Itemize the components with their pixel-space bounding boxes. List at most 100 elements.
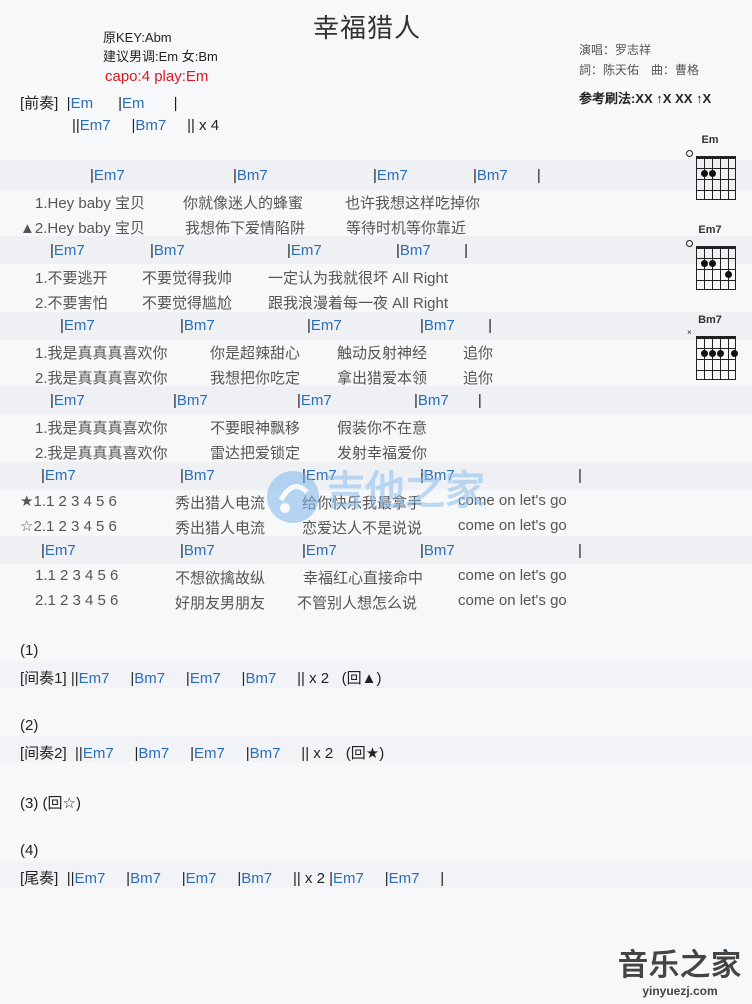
lyric: come on let's go: [458, 567, 567, 584]
chord: Em7: [74, 870, 106, 887]
chord: Em7: [93, 167, 125, 184]
original-key: 原KEY:Abm: [103, 30, 172, 45]
capo-info: capo:4 play:Em: [105, 68, 209, 85]
chord: |Em7: [373, 167, 408, 184]
chord-diagram-name: Em: [701, 134, 719, 146]
chord: |Bm7: [173, 392, 208, 409]
watermark-graphic: 吉他之家: [267, 468, 485, 523]
finger-dot: [701, 170, 708, 177]
finger-dot: [701, 350, 708, 357]
outro-line: [尾奏] ||Em7 |Bm7 |Em7 |Bm7 || x 2 |Em7 |E…: [20, 870, 445, 887]
lyric: 2.不要害怕: [35, 295, 108, 312]
lyric: 1.1 2 3 4 5 6: [35, 567, 119, 584]
section-number: (1): [20, 642, 39, 659]
chord-diagram-name: Em7: [698, 224, 722, 236]
section-number: (2): [20, 717, 39, 734]
chord: |Em7: [50, 242, 85, 259]
interlude-1-line: [间奏1] ||Em7 |Bm7 |Em7 |Bm7 || x 2 (回▲): [20, 670, 382, 687]
chord: |Bm7: [420, 542, 455, 559]
open-string-icon: [686, 150, 693, 157]
chord: Em7: [82, 745, 114, 762]
chord: Em7: [79, 117, 111, 134]
lyric: 不要眼神飘移: [210, 420, 301, 437]
lyric: 一定认为我就很坏 All Right: [268, 270, 449, 287]
singer-credit: 演唱：罗志祥: [579, 43, 652, 57]
chord: Em: [70, 95, 94, 112]
lyric: 不要觉得尴尬: [142, 295, 233, 312]
intro-line-1: [前奏] |Em |Em |: [20, 95, 178, 112]
chord: |Bm7: [180, 467, 215, 484]
chord: Bm7: [245, 670, 277, 687]
site-logo: 音乐之家 yinyuezj.com: [618, 940, 742, 998]
chord: |Em7: [41, 542, 76, 559]
finger-dot: [709, 260, 716, 267]
chord: |Em7: [41, 467, 76, 484]
chord: |Bm7: [180, 317, 215, 334]
finger-dot: [709, 350, 716, 357]
intro-line-2: ||Em7 |Bm7 || x 4: [72, 117, 220, 134]
chord-line: |Em7: [90, 167, 125, 184]
chord: Bm7: [249, 745, 281, 762]
lyric: 幸福红心直接命中: [303, 570, 424, 587]
repeat-count: x 2: [304, 870, 325, 887]
chord: |Bm7 |: [473, 167, 541, 184]
lyric: 假装你不在意: [337, 420, 428, 437]
chord: Em7: [388, 870, 420, 887]
lyric: 2.我是真真真喜欢你: [35, 370, 168, 387]
section-number: (4): [20, 842, 39, 859]
interlude-2-line: [间奏2] ||Em7 |Bm7 |Em7 |Bm7 || x 2 (回★): [20, 745, 385, 762]
lyric: 1.我是真真真喜欢你: [35, 420, 168, 437]
finger-dot: [709, 170, 716, 177]
chord: |Em7: [287, 242, 322, 259]
lyric: 追你: [463, 370, 494, 387]
chord: Em7: [189, 670, 221, 687]
chord-diagram-bm7: Bm7 ×: [680, 314, 740, 386]
lyric: ▲2.Hey baby 宝贝: [20, 220, 145, 237]
lyric: 不想欲擒故纵: [175, 570, 266, 587]
finger-dot: [701, 260, 708, 267]
chord-diagram-em7: Em7: [680, 224, 740, 296]
repeat-count: x 4: [199, 117, 220, 134]
finger-dot: [717, 350, 724, 357]
chord: |Em7: [60, 317, 95, 334]
site-logo-text: 音乐之家: [618, 949, 742, 982]
chord: Bm7: [241, 870, 273, 887]
lyric: 好朋友男朋友: [175, 595, 266, 612]
lyric: 2.1 2 3 4 5 6: [35, 592, 119, 609]
chord: |Em7: [302, 542, 337, 559]
site-logo-url: yinyuezj.com: [642, 984, 718, 998]
watermark-logo: 吉他之家: [255, 452, 515, 537]
lyric: ☆2.1 2 3 4 5 6: [20, 518, 117, 535]
lyric: 触动反射神经: [337, 345, 428, 362]
lyric: 也许我想这样吃掉你: [345, 195, 481, 212]
lyric: 拿出猎爱本领: [337, 370, 428, 387]
chord: Em7: [78, 670, 110, 687]
lyric: 你是超辣甜心: [210, 345, 301, 362]
lyric: 跟我浪漫着每一夜 All Right: [268, 295, 449, 312]
chord: |Bm7: [180, 542, 215, 559]
section-label: [尾奏]: [20, 870, 59, 887]
chord: Em7: [333, 870, 364, 887]
chord: |Bm7: [150, 242, 185, 259]
chord: Bm7: [138, 745, 170, 762]
lyric: 秀出猎人电流: [175, 520, 266, 537]
lyric: 不要觉得我帅: [142, 270, 233, 287]
lyric: ★1.1 2 3 4 5 6: [20, 493, 117, 510]
fretboard-grid: [696, 156, 736, 200]
chord: |Bm7 |: [414, 392, 482, 409]
chord: Em7: [194, 745, 225, 762]
fretboard-grid: [696, 246, 736, 290]
lyric: 1.不要逃开: [35, 270, 108, 287]
lyric: 等待时机等你靠近: [346, 220, 467, 237]
lyric: 不管别人想怎么说: [297, 595, 418, 612]
lyric: 1.我是真真真喜欢你: [35, 345, 168, 362]
section-label: [间奏2]: [20, 745, 67, 762]
bar-line: |: [578, 467, 582, 484]
lyric: 我想把你吃定: [210, 370, 301, 387]
lyric: 2.我是真真真喜欢你: [35, 445, 168, 462]
chord-diagram-em: Em: [680, 134, 740, 206]
repeat-count: x 2: [309, 670, 330, 687]
suggested-key: 建议男调:Em 女:Bm: [103, 49, 218, 64]
chord: |Em7: [307, 317, 342, 334]
fretboard-grid: [696, 336, 738, 380]
